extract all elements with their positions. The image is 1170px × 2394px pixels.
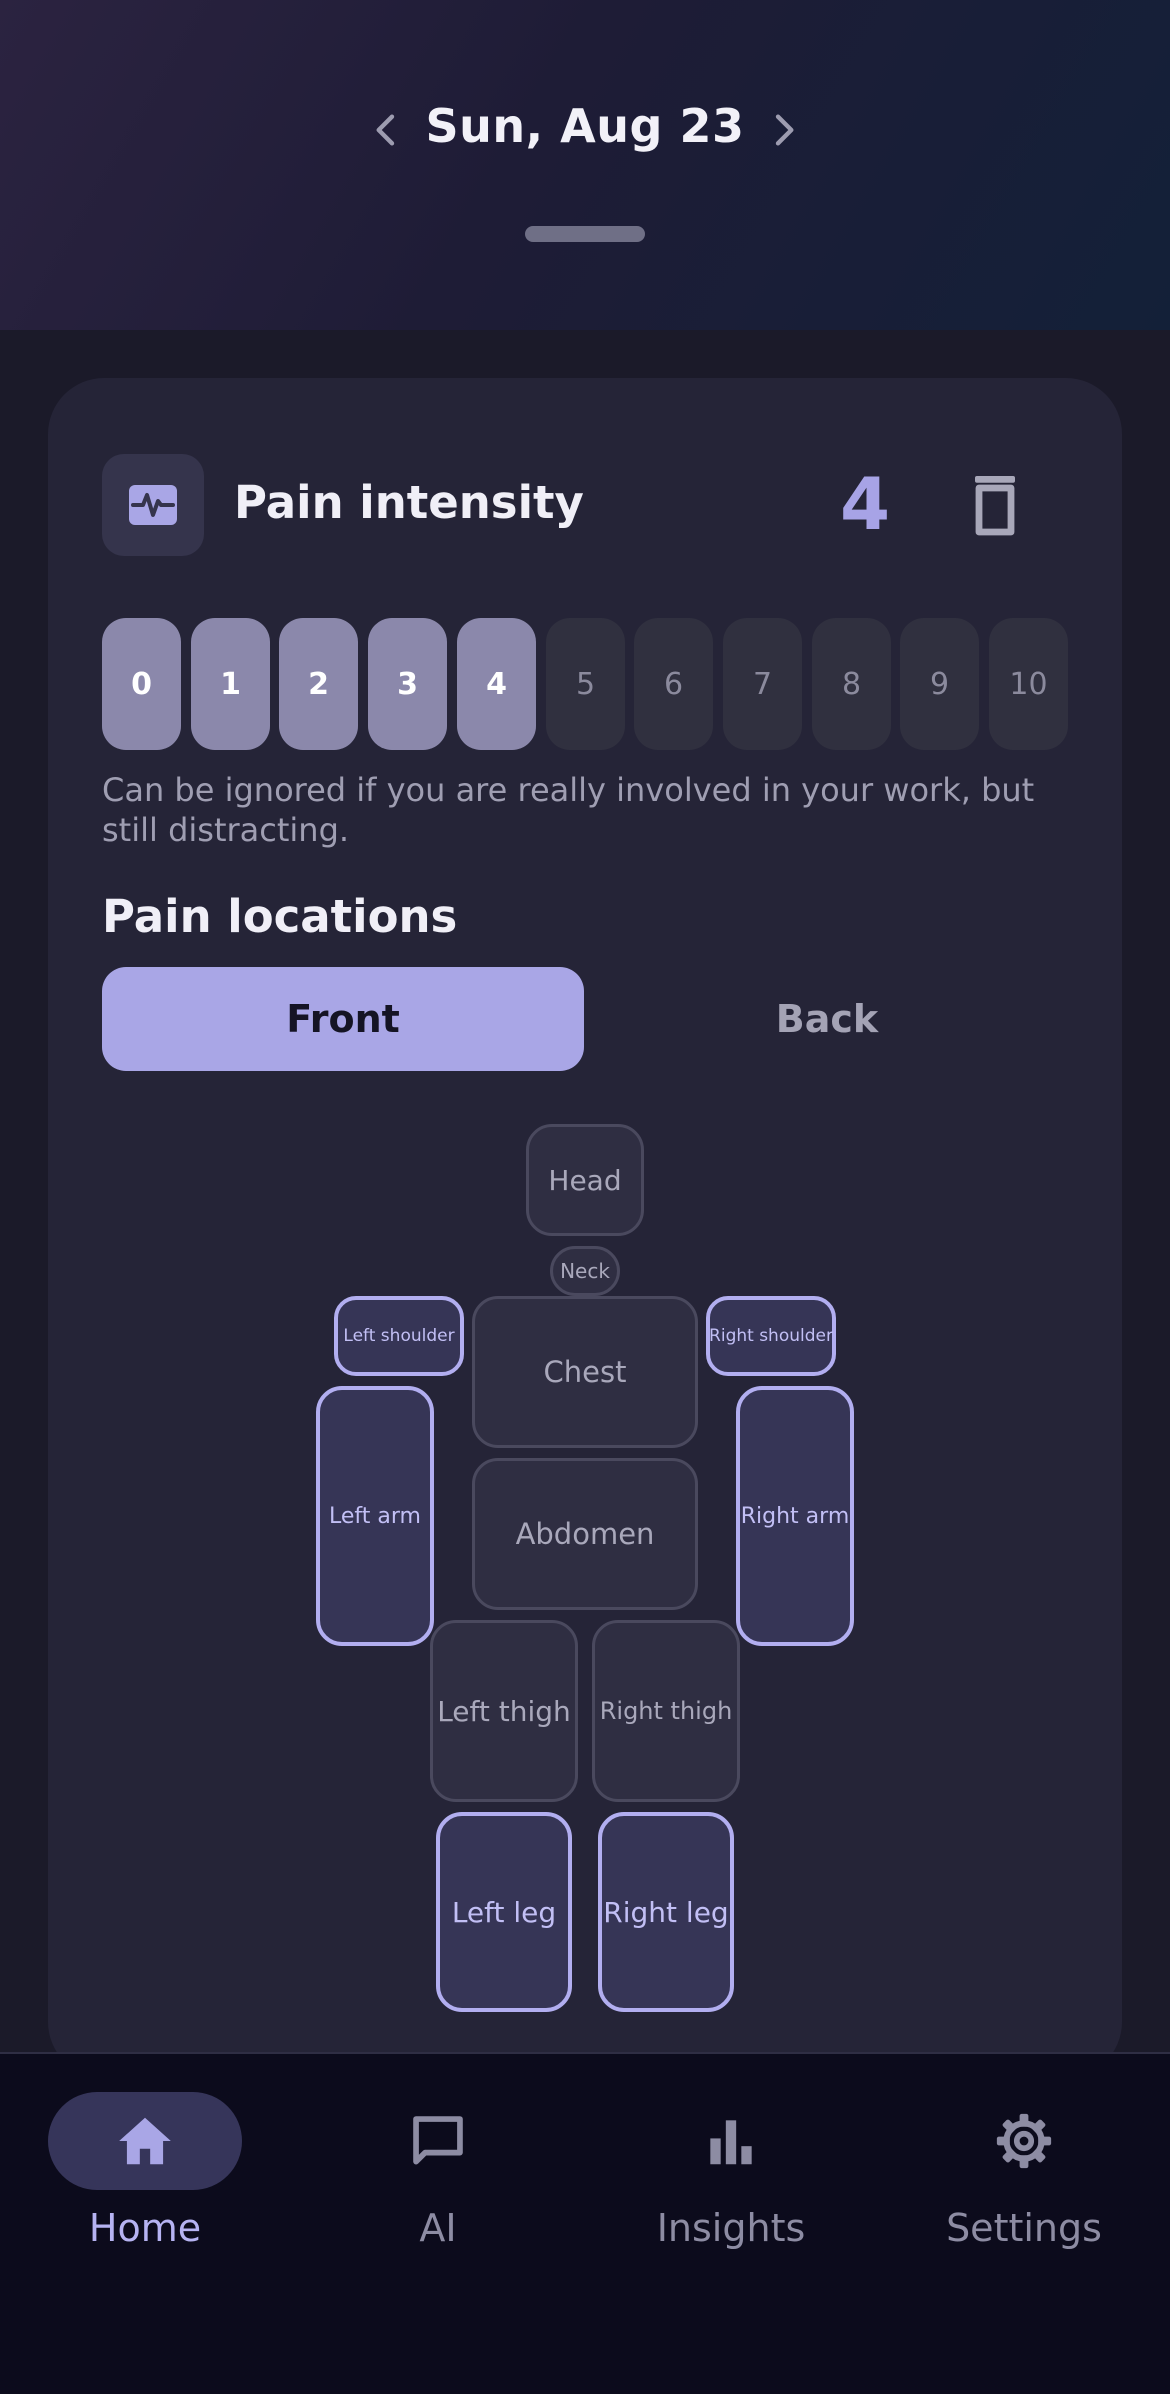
pain-locations-title: Pain locations <box>102 890 458 943</box>
chat-icon <box>413 2116 463 2165</box>
nav-home[interactable]: Home <box>0 2054 290 2394</box>
chevron-right-icon <box>775 114 794 146</box>
pain-level-7-button[interactable]: 7 <box>723 618 802 750</box>
pain-scale: 0 1 2 3 4 5 6 7 8 9 10 <box>102 618 1068 750</box>
trash-icon <box>975 476 1015 536</box>
drag-handle[interactable] <box>525 226 645 242</box>
body-part-abdomen[interactable]: Abdomen <box>472 1458 698 1610</box>
body-part-left-leg[interactable]: Left leg <box>436 1812 572 2012</box>
body-part-left-thigh[interactable]: Left thigh <box>430 1620 578 1802</box>
pain-level-8-button[interactable]: 8 <box>812 618 891 750</box>
pain-level-9-button[interactable]: 9 <box>900 618 979 750</box>
gear-icon <box>996 2113 1052 2169</box>
pain-level-0-button[interactable]: 0 <box>102 618 181 750</box>
body-part-neck[interactable]: Neck <box>550 1246 620 1296</box>
bar-chart-icon <box>710 2120 752 2165</box>
nav-home-label: Home <box>88 2206 202 2250</box>
nav-insights-pill <box>634 2092 828 2190</box>
nav-ai-pill <box>341 2092 535 2190</box>
body-part-right-thigh[interactable]: Right thigh <box>592 1620 740 1802</box>
body-part-head[interactable]: Head <box>526 1124 644 1236</box>
body-part-left-arm[interactable]: Left arm <box>316 1386 434 1646</box>
pulse-icon-badge <box>102 454 204 556</box>
nav-ai-label: AI <box>419 2206 457 2250</box>
home-icon <box>119 2117 171 2165</box>
body-part-right-shoulder[interactable]: Right shoulder <box>706 1296 836 1376</box>
pain-level-10-button[interactable]: 10 <box>989 618 1068 750</box>
pain-level-6-button[interactable]: 6 <box>634 618 713 750</box>
body-part-right-arm[interactable]: Right arm <box>736 1386 854 1646</box>
bottom-navigation: Home AI Insights Settings <box>0 2052 1170 2394</box>
nav-settings-pill <box>927 2092 1121 2190</box>
pain-level-3-button[interactable]: 3 <box>368 618 447 750</box>
nav-insights[interactable]: Insights <box>586 2054 876 2394</box>
tab-front[interactable]: Front <box>102 967 584 1071</box>
body-part-left-shoulder[interactable]: Left shoulder <box>334 1296 464 1376</box>
pain-intensity-title: Pain intensity <box>234 476 584 529</box>
nav-settings[interactable]: Settings <box>879 2054 1169 2394</box>
date-navigator: Sun, Aug 23 <box>0 95 1170 165</box>
intensity-description: Can be ignored if you are really involve… <box>102 771 1035 849</box>
pain-level-2-button[interactable]: 2 <box>279 618 358 750</box>
pain-level-4-button[interactable]: 4 <box>457 618 536 750</box>
delete-button[interactable] <box>965 472 1025 538</box>
nav-home-pill <box>48 2092 242 2190</box>
header: Sun, Aug 23 <box>0 0 1170 330</box>
next-day-button[interactable] <box>748 95 818 165</box>
body-part-right-leg[interactable]: Right leg <box>598 1812 734 2012</box>
body-part-chest[interactable]: Chest <box>472 1296 698 1448</box>
pain-level-5-button[interactable]: 5 <box>546 618 625 750</box>
pain-level-1-button[interactable]: 1 <box>191 618 270 750</box>
pain-intensity-value: 4 <box>839 462 891 546</box>
nav-insights-label: Insights <box>656 2206 806 2250</box>
pulse-icon <box>129 485 177 525</box>
tab-back[interactable]: Back <box>586 967 1068 1071</box>
current-date: Sun, Aug 23 <box>425 99 745 153</box>
nav-ai[interactable]: AI <box>293 2054 583 2394</box>
nav-settings-label: Settings <box>946 2206 1102 2250</box>
